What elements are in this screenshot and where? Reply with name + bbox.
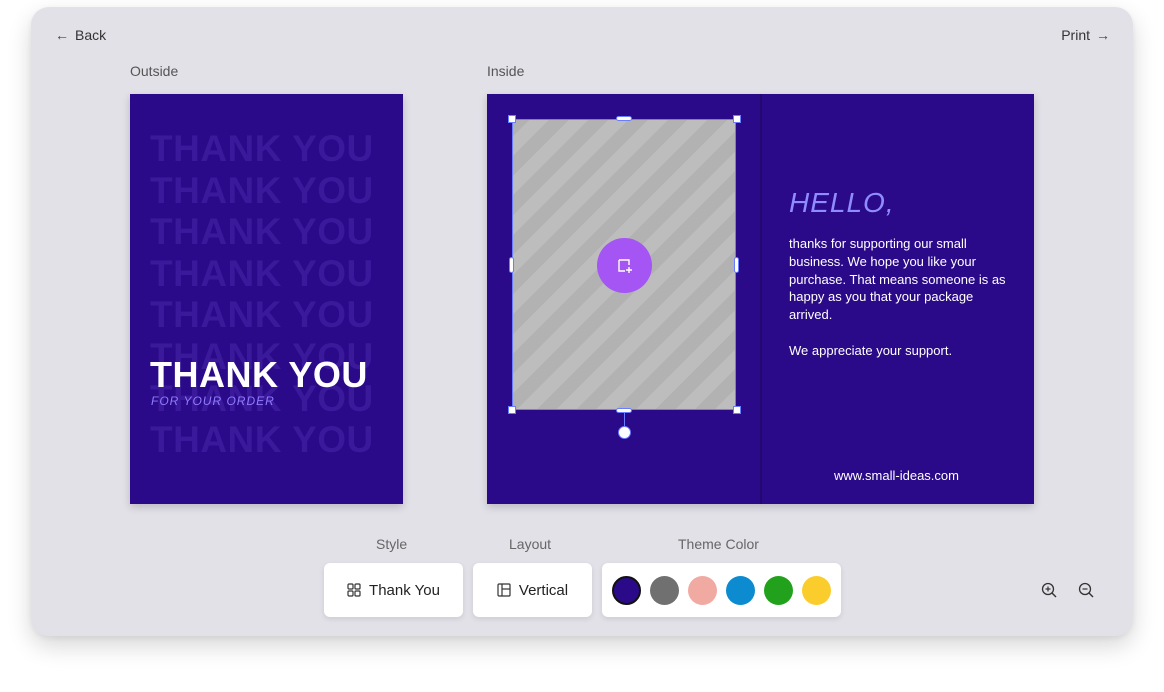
ghost-text: THANK YOU xyxy=(150,294,374,336)
inside-card[interactable]: HELLO, thanks for supporting our small b… xyxy=(487,94,1034,504)
print-label: Print xyxy=(1061,27,1090,43)
website-text[interactable]: www.small-ideas.com xyxy=(834,468,959,483)
layout-value: Vertical xyxy=(518,581,569,599)
outside-card[interactable]: THANK YOU THANK YOU THANK YOU THANK YOU … xyxy=(130,94,403,504)
layout-selector[interactable]: Vertical xyxy=(473,563,592,617)
outside-section-label: Outside xyxy=(130,63,179,79)
message-paragraph: thanks for supporting our small business… xyxy=(789,236,1006,323)
print-button[interactable]: Print → xyxy=(1061,27,1110,43)
greeting-text[interactable]: HELLO, xyxy=(789,187,895,219)
ghost-text: THANK YOU xyxy=(150,419,374,461)
ghost-text: THANK YOU xyxy=(150,128,374,169)
resize-handle-bottom-right[interactable] xyxy=(733,406,741,414)
theme-color-label: Theme Color xyxy=(678,536,759,552)
arrow-left-icon: ← xyxy=(55,27,69,43)
resize-handle-left[interactable] xyxy=(509,257,514,273)
style-value: Thank You xyxy=(369,581,440,599)
inside-section-label: Inside xyxy=(487,63,525,79)
ghost-text: THANK YOU xyxy=(150,211,374,253)
resize-handle-top-right[interactable] xyxy=(733,115,741,123)
ghost-text: THANK YOU xyxy=(150,169,374,211)
message-text[interactable]: thanks for supporting our small business… xyxy=(789,235,1013,360)
zoom-out-icon[interactable] xyxy=(1077,581,1095,599)
card-fold-line xyxy=(760,94,762,504)
resize-handle-right[interactable] xyxy=(734,257,739,273)
color-swatch-blue[interactable] xyxy=(726,575,755,605)
message-paragraph: We appreciate your support. xyxy=(789,342,953,358)
color-swatch-green[interactable] xyxy=(764,575,793,605)
card-subtitle[interactable]: FOR YOUR ORDER xyxy=(151,394,275,408)
resize-handle-top-left[interactable] xyxy=(508,115,516,123)
resize-handle-bottom-left[interactable] xyxy=(508,406,516,414)
ghost-text-pattern: THANK YOU THANK YOU THANK YOU THANK YOU … xyxy=(150,128,374,461)
color-swatch-pink[interactable] xyxy=(688,575,717,605)
color-swatch-gray[interactable] xyxy=(650,575,679,605)
layout-icon xyxy=(497,583,511,597)
back-label: Back xyxy=(75,27,107,43)
zoom-in-icon[interactable] xyxy=(1040,581,1058,599)
arrow-right-icon: → xyxy=(1096,27,1110,43)
back-button[interactable]: ← Back xyxy=(55,27,106,43)
resize-handle-top[interactable] xyxy=(616,116,632,121)
grid-icon xyxy=(347,583,361,597)
rotate-handle[interactable] xyxy=(618,426,631,439)
add-image-button[interactable] xyxy=(597,238,652,293)
ghost-text: THANK YOU xyxy=(150,252,374,294)
theme-color-picker xyxy=(602,563,841,617)
card-title[interactable]: THANK YOU xyxy=(150,354,368,396)
color-swatch-indigo[interactable] xyxy=(612,575,641,605)
layout-label: Layout xyxy=(509,536,552,552)
style-label: Style xyxy=(376,536,408,552)
add-image-icon xyxy=(617,258,632,273)
style-selector[interactable]: Thank You xyxy=(324,563,463,617)
color-swatch-yellow[interactable] xyxy=(802,575,831,605)
